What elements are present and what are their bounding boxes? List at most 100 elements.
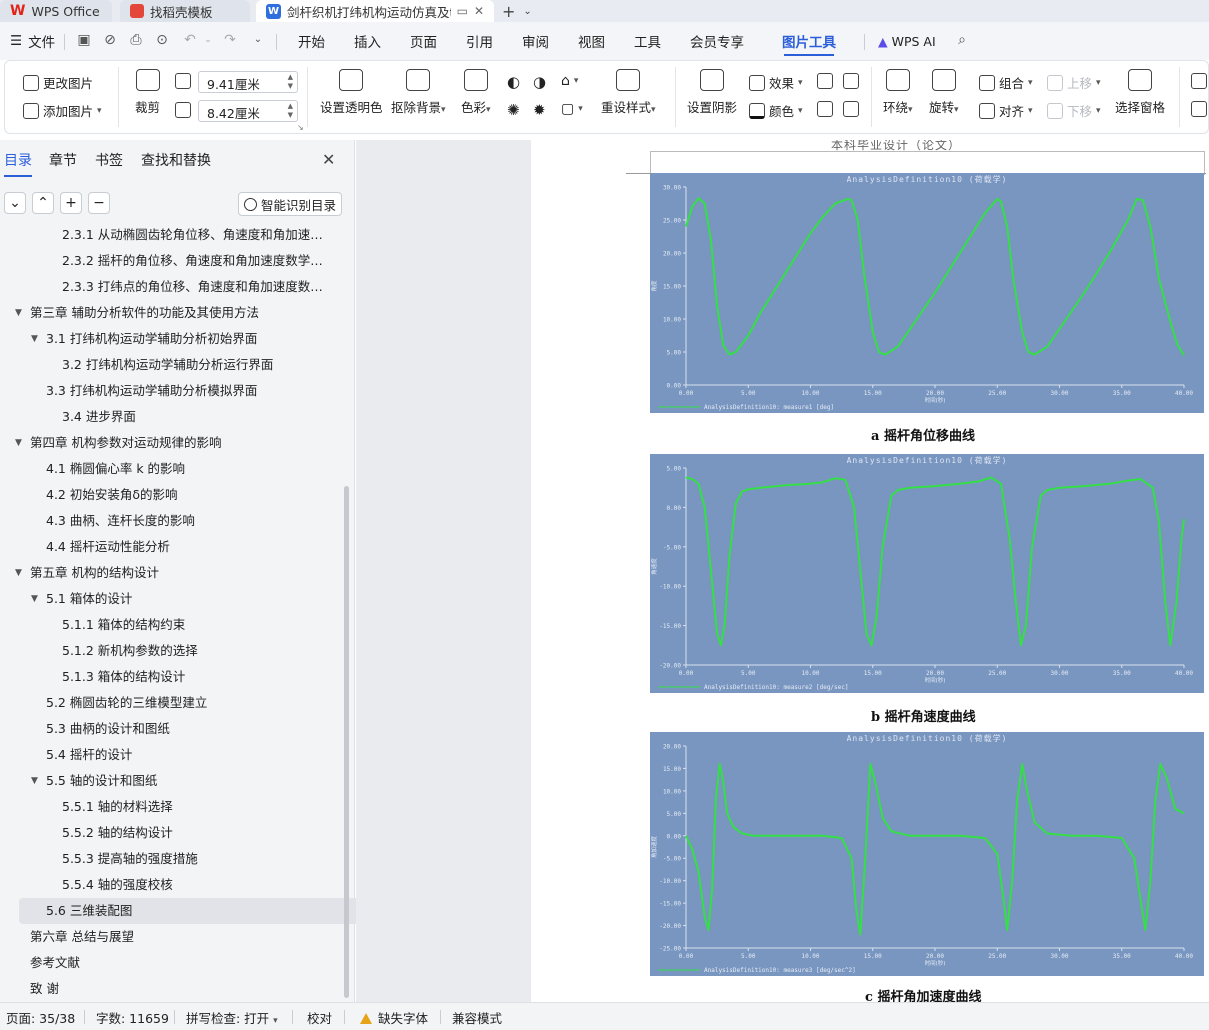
toc-item[interactable]: 5.5.3 提高轴的强度措施	[0, 846, 340, 872]
spin-arrows-icon[interactable]: ▲ ▼	[288, 102, 293, 120]
brightness-up-icon[interactable]: ◐	[507, 73, 520, 91]
save-icon[interactable]: ▣	[76, 32, 92, 48]
tab-template[interactable]: 找稻壳模板	[120, 0, 250, 22]
toc-item[interactable]: 3.4 进步界面	[0, 404, 340, 430]
toc-item[interactable]: 4.4 摇杆运动性能分析	[0, 534, 340, 560]
toc-item[interactable]: 5.5.4 轴的强度校核	[0, 872, 340, 898]
print-icon[interactable]: ⎙	[128, 32, 144, 48]
undo-icon[interactable]: ↶	[182, 32, 198, 48]
toc-item[interactable]: ▼ 5.1 箱体的设计	[0, 586, 340, 612]
tab-sections[interactable]: 章节	[49, 150, 77, 170]
toc-item[interactable]: 5.3 曲柄的设计和图纸	[0, 716, 340, 742]
toc-item[interactable]: 参考文献	[0, 950, 340, 976]
menu-member[interactable]: 会员专享	[690, 22, 744, 60]
angular-acceleration-plot[interactable]: AnalysisDefinition10 (荷载学) -25.00 -20.00 -1…	[650, 732, 1204, 976]
wps-ai-button[interactable]: ▲ WPS AI	[878, 22, 936, 60]
file-menu[interactable]: ☰ 文件	[10, 22, 55, 60]
add-image-button[interactable]: 添加图片 ▾	[23, 101, 102, 120]
tab-toc[interactable]: 目录	[4, 150, 32, 177]
contrast-up-icon[interactable]: ◑	[533, 73, 546, 91]
toc-item[interactable]: 5.2 椭圆齿轮的三维模型建立	[0, 690, 340, 716]
group-button[interactable]: 组合 ▾	[979, 73, 1033, 92]
spin-arrows-icon[interactable]: ▲ ▼	[288, 73, 293, 91]
toc-item[interactable]: ▼ 3.1 打纬机构运动学辅助分析初始界面	[0, 326, 340, 352]
rotate-button[interactable]: 旋转▾	[929, 69, 959, 116]
toc-item[interactable]: 5.1.2 新机构参数的选择	[0, 638, 340, 664]
angular-velocity-plot[interactable]: AnalysisDefinition10 (荷载学) -20.00 -15.00 -1…	[650, 454, 1204, 693]
angular-displacement-plot[interactable]: AnalysisDefinition10 (荷载学) 0.00 5.00 10.00 1…	[650, 173, 1204, 413]
toc-item[interactable]: 4.2 初始安装角δ的影响	[0, 482, 340, 508]
menu-insert[interactable]: 插入	[354, 22, 381, 60]
shadow-left-icon[interactable]	[817, 101, 833, 117]
send-backward-icon[interactable]	[843, 73, 859, 89]
expand-toggle-icon[interactable]: ▼	[15, 430, 22, 456]
tab-list-chevron-icon[interactable]: ⌄	[523, 6, 531, 17]
expand-toggle-icon[interactable]: ▼	[31, 768, 38, 794]
brightness-down-icon[interactable]: ✺	[507, 101, 520, 119]
toc-item[interactable]: ▼ 第三章 辅助分析软件的功能及其使用方法	[0, 300, 340, 326]
more-tools-icon[interactable]	[1191, 73, 1207, 89]
expand-toggle-icon[interactable]: ▼	[15, 560, 22, 586]
dialog-launcher-icon[interactable]: ↘	[297, 123, 304, 132]
tab-find-replace[interactable]: 查找和替换	[141, 150, 211, 170]
outline-color-icon[interactable]: ▢ ▾	[561, 101, 583, 117]
toc-item[interactable]: 3.3 打纬机构运动学辅助分析模拟界面	[0, 378, 340, 404]
pane-scrollbar[interactable]	[344, 486, 349, 998]
fill-color-button[interactable]: 颜色 ▾	[749, 101, 803, 120]
set-transparent-button[interactable]: 设置透明色	[320, 69, 383, 116]
align-button[interactable]: 对齐 ▾	[979, 101, 1033, 120]
toc-item[interactable]: ▼ 第五章 机构的结构设计	[0, 560, 340, 586]
redo-icon[interactable]: ↷	[222, 32, 238, 48]
toc-item[interactable]: 2.3.3 打纬点的角位移、角速度和角加速度数学模型	[0, 274, 340, 300]
expand-toggle-icon[interactable]: ▼	[31, 326, 38, 352]
toc-item[interactable]: 5.5.1 轴的材料选择	[0, 794, 340, 820]
chevron-up-icon[interactable]: ⌃	[32, 192, 54, 214]
undo-chevron-icon[interactable]: ⌄	[200, 32, 216, 48]
smart-toc-button[interactable]: 智能识别目录	[238, 192, 342, 216]
collapse-chevron-down-icon[interactable]: ⌄	[4, 192, 26, 214]
proofread-button[interactable]: 校对	[307, 1008, 332, 1027]
compat-mode[interactable]: 兼容模式	[452, 1008, 502, 1027]
width-input[interactable]: 9.41厘米 ▲ ▼	[198, 71, 298, 93]
tab-document[interactable]: W 剑杆织机打纬机构运动仿真及t ▭ ✕	[256, 0, 494, 22]
search-icon[interactable]: ⌕	[954, 32, 970, 48]
share-icon[interactable]: ⊘	[102, 32, 118, 48]
menu-tools[interactable]: 工具	[634, 22, 661, 60]
menu-reference[interactable]: 引用	[466, 22, 493, 60]
add-heading-icon[interactable]: +	[60, 192, 82, 214]
remove-heading-icon[interactable]: −	[88, 192, 110, 214]
menu-start[interactable]: 开始	[298, 22, 325, 60]
menu-page[interactable]: 页面	[410, 22, 437, 60]
toc-item[interactable]: 致 谢	[0, 976, 340, 1002]
page-count[interactable]: 页面: 35/38	[6, 1008, 75, 1027]
toc-item[interactable]: 2.3.2 摇杆的角位移、角速度和角加速度数学模型	[0, 248, 340, 274]
screen-icon[interactable]: ▭	[457, 4, 468, 18]
toc-item[interactable]: 5.1.3 箱体的结构设计	[0, 664, 340, 690]
more-chevron-icon[interactable]: ⌄	[250, 32, 266, 48]
move-down-button[interactable]: 下移 ▾	[1047, 101, 1101, 120]
shadow-right-icon[interactable]	[843, 101, 859, 117]
toc-item[interactable]: 5.1.1 箱体的结构约束	[0, 612, 340, 638]
tab-wps-office[interactable]: W WPS Office	[0, 0, 112, 22]
toc-item[interactable]: ▼ 5.5 轴的设计和图纸	[0, 768, 340, 794]
wrap-button[interactable]: 环绕▾	[883, 69, 913, 116]
missing-font-button[interactable]: 缺失字体	[360, 1008, 428, 1027]
effect-button[interactable]: 效果 ▾	[749, 73, 803, 92]
toc-item[interactable]: 4.1 椭圆偏心率 k 的影响	[0, 456, 340, 482]
preview-icon[interactable]: ⊙	[154, 32, 170, 48]
new-tab-icon[interactable]: +	[502, 2, 515, 21]
close-pane-icon[interactable]: ✕	[322, 150, 335, 169]
expand-toggle-icon[interactable]: ▼	[31, 586, 38, 612]
more-tools-icon[interactable]	[1191, 101, 1207, 117]
bring-forward-icon[interactable]	[817, 73, 833, 89]
fill-bucket-icon[interactable]: ⌂ ▾	[561, 73, 578, 89]
contrast-down-icon[interactable]: ✹	[533, 101, 546, 119]
change-image-button[interactable]: 更改图片	[23, 73, 93, 92]
close-tab-icon[interactable]: ✕	[474, 4, 484, 18]
menu-view[interactable]: 视图	[578, 22, 605, 60]
toc-item[interactable]: 第六章 总结与展望	[0, 924, 340, 950]
crop-button[interactable]: 裁剪	[135, 69, 160, 116]
set-shadow-button[interactable]: 设置阴影	[687, 69, 737, 116]
menu-review[interactable]: 审阅	[522, 22, 549, 60]
remove-background-button[interactable]: 抠除背景▾	[391, 69, 446, 116]
